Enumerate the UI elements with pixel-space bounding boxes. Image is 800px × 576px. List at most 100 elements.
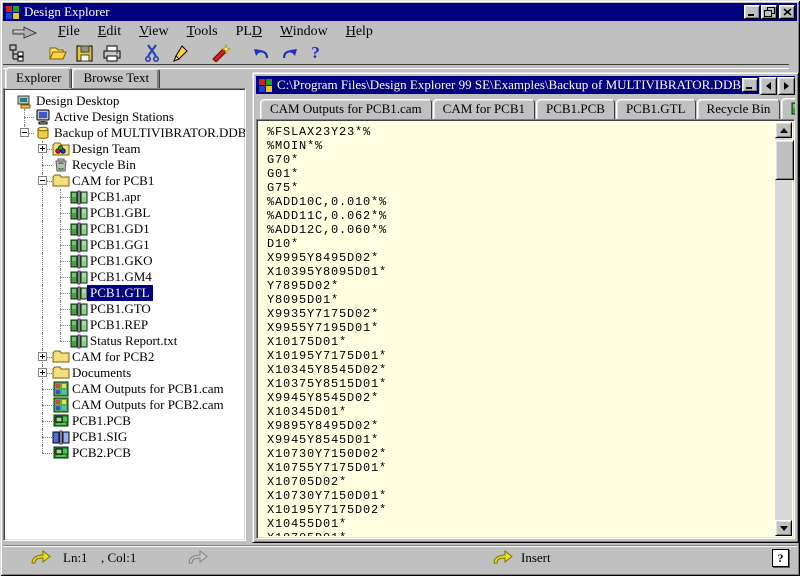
doc-tab-pcb1-gtl[interactable]: PCB1.GTL bbox=[616, 99, 696, 119]
tree-item-label: Design Team bbox=[69, 141, 144, 157]
text-line: %FSLAX23Y23*% bbox=[267, 125, 775, 139]
jump2-icon[interactable] bbox=[186, 550, 210, 565]
text-line: X10395Y8095D01* bbox=[267, 265, 775, 279]
tree-item-pcb1-sig[interactable]: PCB1.SIG bbox=[8, 429, 245, 445]
collapse-icon[interactable] bbox=[20, 128, 29, 137]
close-button[interactable] bbox=[779, 5, 795, 19]
tree-item-pcb1-rep[interactable]: PCB1.REP bbox=[8, 317, 245, 333]
doc-minimize-button[interactable] bbox=[742, 78, 758, 92]
cut-button[interactable] bbox=[139, 42, 166, 65]
camdoc-icon bbox=[70, 301, 88, 317]
menu-edit[interactable]: Edit bbox=[89, 23, 130, 41]
tree-item-design-desktop[interactable]: Design Desktop bbox=[8, 93, 245, 109]
restore-button[interactable] bbox=[761, 5, 777, 19]
tree-item-design-team[interactable]: Design Team bbox=[8, 141, 245, 157]
tab-scroll-left-button[interactable] bbox=[760, 77, 777, 95]
doc-tab-cam-outputs-for-pcb1-cam[interactable]: CAM Outputs for PCB1.cam bbox=[260, 99, 432, 119]
tree-item-pcb1-gto[interactable]: PCB1.GTO bbox=[8, 301, 245, 317]
tree-item-pcb1-gd1[interactable]: PCB1.GD1 bbox=[8, 221, 245, 237]
text-editor[interactable]: %FSLAX23Y23*%%MOIN*%G70*G01*G75*%ADD10C,… bbox=[259, 122, 775, 536]
tab-scroll-right-button[interactable] bbox=[778, 77, 795, 95]
tree-item-label: CAM for PCB1 bbox=[69, 173, 157, 189]
tree-item-cam-for-pcb2[interactable]: CAM for PCB2 bbox=[8, 349, 245, 365]
doc-tab-pcb1-gtl-active[interactable]: PCB1.GTL bbox=[781, 98, 795, 119]
vertical-scrollbar[interactable] bbox=[775, 122, 792, 536]
tab-scroll-buttons bbox=[759, 77, 795, 95]
menu-window[interactable]: Window bbox=[271, 23, 337, 41]
expand-icon[interactable] bbox=[38, 352, 47, 361]
doc-tab-cam-for-pcb1[interactable]: CAM for PCB1 bbox=[433, 99, 535, 119]
collapse-icon[interactable] bbox=[38, 176, 47, 185]
scrollbar-thumb[interactable] bbox=[775, 140, 794, 180]
text-line: %ADD11C,0.062*% bbox=[267, 209, 775, 223]
tree-item-pcb1-apr[interactable]: PCB1.apr bbox=[8, 189, 245, 205]
recycle-icon bbox=[52, 157, 70, 173]
tree-item-label: CAM Outputs for PCB2.cam bbox=[69, 397, 227, 413]
tree-item-active-design-stations[interactable]: Active Design Stations bbox=[8, 109, 245, 125]
doc-tab-recycle-bin[interactable]: Recycle Bin bbox=[697, 99, 781, 119]
text-line: X10705D01* bbox=[267, 531, 775, 536]
text-line: X9895Y8495D02* bbox=[267, 419, 775, 433]
tree-item-recycle-bin[interactable]: Recycle Bin bbox=[8, 157, 245, 173]
redo-button[interactable] bbox=[275, 42, 302, 65]
tree-item-documents[interactable]: Documents bbox=[8, 365, 245, 381]
help-button[interactable]: ? bbox=[302, 42, 329, 65]
undo-button[interactable] bbox=[248, 42, 275, 65]
open-document-button[interactable] bbox=[44, 42, 71, 65]
doc-tab-pcb1-pcb[interactable]: PCB1.PCB bbox=[536, 99, 615, 119]
database-icon bbox=[34, 125, 52, 141]
scroll-up-button[interactable] bbox=[775, 122, 792, 138]
tree-item-backup-of-multivibrator-ddb[interactable]: Backup of MULTIVIBRATOR.DDB bbox=[8, 125, 245, 141]
open-document-icon bbox=[48, 45, 68, 62]
menu-help[interactable]: Help bbox=[337, 23, 382, 41]
menu-arrow-icon[interactable] bbox=[11, 25, 39, 39]
explorer-panel-toggle-button[interactable] bbox=[3, 42, 30, 65]
tree-item-label: CAM Outputs for PCB1.cam bbox=[69, 381, 227, 397]
edit-pencil-button[interactable] bbox=[166, 42, 193, 65]
tree-item-pcb1-gg1[interactable]: PCB1.GG1 bbox=[8, 237, 245, 253]
expand-icon[interactable] bbox=[38, 368, 47, 377]
menu-tools[interactable]: Tools bbox=[178, 23, 227, 41]
document-window: C:\Program Files\Design Explorer 99 SE\E… bbox=[252, 72, 799, 543]
tree-item-status-report-txt[interactable]: Status Report.txt bbox=[8, 333, 245, 349]
tree-item-pcb1-pcb[interactable]: PCB1.PCB bbox=[8, 413, 245, 429]
wizard-wand-button[interactable] bbox=[207, 42, 234, 65]
tree-item-pcb2-pcb[interactable]: PCB2.PCB bbox=[8, 445, 245, 461]
app-titlebar: Design Explorer bbox=[3, 3, 797, 21]
insert-mode-icon[interactable] bbox=[491, 550, 515, 565]
tree-item-pcb1-gm4[interactable]: PCB1.GM4 bbox=[8, 269, 245, 285]
menu-file[interactable]: File bbox=[49, 23, 89, 41]
tree-item-label: PCB1.GBL bbox=[87, 205, 153, 221]
tree-item-pcb1-gbl[interactable]: PCB1.GBL bbox=[8, 205, 245, 221]
text-line: %MOIN*% bbox=[267, 139, 775, 153]
insert-mode-indicator: Insert bbox=[521, 550, 551, 566]
menu-pld[interactable]: PLD bbox=[227, 23, 271, 41]
tree-item-label: PCB1.apr bbox=[87, 189, 144, 205]
tree-item-pcb1-gko[interactable]: PCB1.GKO bbox=[8, 253, 245, 269]
tree-item-cam-for-pcb1[interactable]: CAM for PCB1 bbox=[8, 173, 245, 189]
scroll-down-button[interactable] bbox=[775, 520, 792, 536]
text-line: G01* bbox=[267, 167, 775, 181]
camout-icon bbox=[52, 381, 70, 397]
pcb-icon bbox=[52, 413, 70, 429]
menu-view[interactable]: View bbox=[130, 23, 178, 41]
tree-item-label: CAM for PCB2 bbox=[69, 349, 157, 365]
text-line: X9995Y8495D02* bbox=[267, 251, 775, 265]
camdoc-icon bbox=[70, 189, 88, 205]
panel-tab-explorer[interactable]: Explorer bbox=[5, 67, 72, 89]
status-help-button[interactable]: ? bbox=[772, 549, 789, 567]
tree-item-label: Active Design Stations bbox=[51, 109, 177, 125]
minimize-button[interactable] bbox=[744, 5, 760, 19]
camdoc-icon bbox=[791, 101, 795, 116]
camdoc-icon bbox=[70, 269, 88, 285]
save-document-button[interactable] bbox=[71, 42, 98, 65]
print-button[interactable] bbox=[98, 42, 125, 65]
tree-item-cam-outputs-for-pcb1-cam[interactable]: CAM Outputs for PCB1.cam bbox=[8, 381, 245, 397]
tree-item-label: Recycle Bin bbox=[69, 157, 139, 173]
panel-tab-browse-text[interactable]: Browse Text bbox=[72, 68, 160, 88]
tree-item-pcb1-gtl[interactable]: PCB1.GTL bbox=[8, 285, 245, 301]
tree-item-cam-outputs-for-pcb2-cam[interactable]: CAM Outputs for PCB2.cam bbox=[8, 397, 245, 413]
expand-icon[interactable] bbox=[38, 144, 47, 153]
wizard-wand-icon bbox=[211, 44, 231, 62]
jump1-icon[interactable] bbox=[29, 550, 53, 565]
